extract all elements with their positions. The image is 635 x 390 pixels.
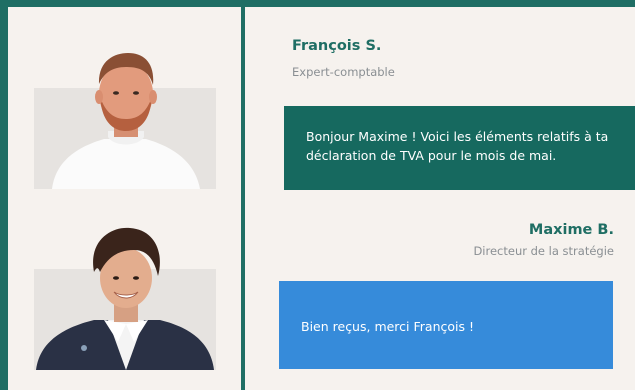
sender-name: François S. <box>292 38 382 54</box>
avatar-francois <box>34 53 216 189</box>
sender-role: Expert-comptable <box>292 65 395 79</box>
message-text: Bonjour Maxime ! Voici les éléments rela… <box>306 129 609 163</box>
avatar-panel <box>8 7 241 390</box>
avatar-maxime <box>34 227 216 370</box>
sender-name: Maxime B. <box>528 222 614 238</box>
message-bubble-francois: Bonjour Maxime ! Voici les éléments rela… <box>284 106 635 190</box>
person-maxime-illustration <box>36 227 214 370</box>
sender-role: Directeur de la stratégie <box>473 244 614 258</box>
person-francois-illustration <box>52 53 200 189</box>
chat-panel: François S. Expert-comptable Bonjour Max… <box>245 7 635 390</box>
app-frame: François S. Expert-comptable Bonjour Max… <box>0 0 635 390</box>
message-bubble-maxime: Bien reçus, merci François ! <box>279 281 613 369</box>
message-text: Bien reçus, merci François ! <box>301 319 474 334</box>
